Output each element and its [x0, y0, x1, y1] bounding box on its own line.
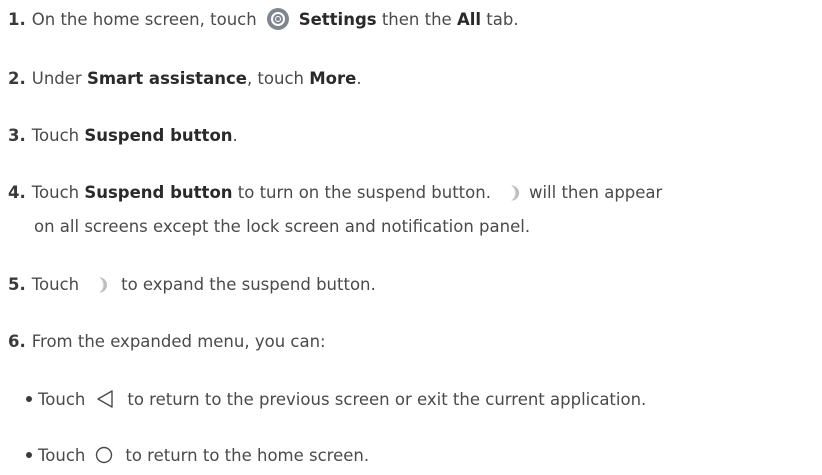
settings-label: Settings: [298, 10, 377, 29]
home-circle-icon: [95, 446, 113, 464]
step-text: Under: [31, 69, 82, 88]
bullet-text: to return to the home screen.: [125, 446, 370, 465]
step-number: 1.: [8, 10, 26, 29]
suspend-button-label: Suspend button: [84, 183, 233, 202]
suspend-button-label: Suspend button: [84, 126, 233, 145]
bullet-text: Touch: [38, 390, 86, 409]
step-text: will then appear: [528, 183, 663, 202]
bullet-text: Touch: [38, 446, 86, 465]
bullet-dot: [26, 451, 32, 458]
step-5: 5. Touch to expand the suspend button.: [8, 273, 376, 297]
step-6: 6. From the expanded menu, you can:: [8, 330, 326, 354]
step-number: 5.: [8, 275, 26, 294]
step-text: to turn on the suspend button.: [237, 183, 491, 202]
step-text: then the: [381, 10, 452, 29]
bullet-home: Touch to return to the home screen.: [26, 444, 369, 468]
step-text: .: [232, 126, 238, 145]
bullet-text: to return to the previous screen or exit…: [127, 390, 647, 409]
step-1: 1. On the home screen, touch Settings then…: [8, 7, 519, 32]
step-4-continuation: on all screens except the lock screen an…: [34, 215, 530, 239]
step-text: On the home screen, touch: [31, 10, 257, 29]
more-label: More: [309, 69, 357, 88]
step-3: 3. Touch Suspend button.: [8, 124, 238, 148]
step-text: Touch: [31, 126, 80, 145]
step-text: to expand the suspend button.: [121, 275, 376, 294]
step-text: .: [356, 69, 362, 88]
step-number: 2.: [8, 69, 26, 88]
step-text: Touch: [31, 275, 80, 294]
step-text: Touch: [31, 183, 80, 202]
all-tab-label: All: [456, 10, 482, 29]
step-number: 6.: [8, 332, 26, 351]
bullet-back: Touch to return to the previous screen o…: [26, 388, 646, 412]
step-text: tab.: [486, 10, 519, 29]
bullet-dot: [26, 395, 32, 402]
step-text: From the expanded menu, you can:: [31, 332, 326, 351]
step-2: 2. Under Smart assistance, touch More.: [8, 67, 362, 91]
step-number: 4.: [8, 183, 26, 202]
step-4: 4. Touch Suspend button to turn on the su…: [8, 181, 662, 205]
step-number: 3.: [8, 126, 26, 145]
back-triangle-icon: [95, 389, 115, 409]
smart-assistance-label: Smart assistance: [86, 69, 247, 88]
step-text: , touch: [246, 69, 304, 88]
suspend-button-icon: [507, 184, 523, 202]
suspend-button-icon: [95, 276, 111, 294]
step-text: on all screens except the lock screen an…: [34, 217, 531, 236]
settings-gear-icon: [266, 7, 289, 30]
